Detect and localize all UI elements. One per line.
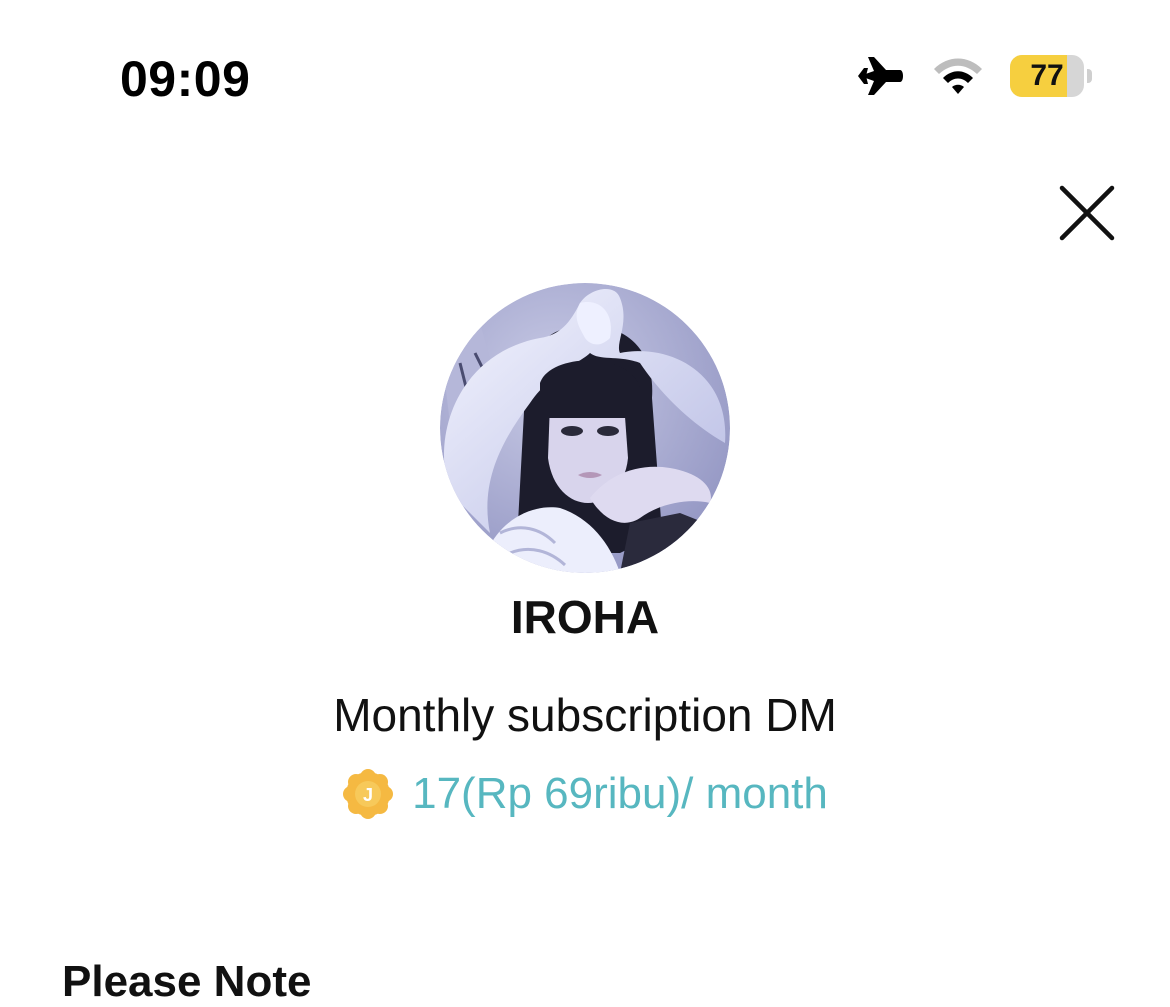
airplane-icon — [856, 54, 906, 98]
subscription-title: Monthly subscription DM — [333, 689, 837, 741]
profile-name: IROHA — [510, 591, 660, 643]
status-time: 09:09 — [120, 51, 251, 107]
close-icon[interactable] — [1054, 180, 1120, 246]
price-row: J 17(Rp 69ribu)/ month — [0, 768, 1170, 820]
price-text: 17(Rp 69ribu)/ month — [412, 769, 828, 818]
avatar — [440, 283, 730, 573]
close-button[interactable] — [1054, 180, 1120, 246]
coin-letter: J — [363, 785, 373, 805]
battery-level: 77 — [1030, 59, 1064, 92]
profile-photo — [440, 283, 730, 573]
status-bar: 09:09 77 — [0, 0, 1170, 150]
coin-icon: J — [342, 768, 394, 820]
status-icons: 77 — [856, 52, 1092, 100]
please-note-heading: Please Note — [62, 957, 312, 1006]
wifi-icon — [932, 56, 984, 96]
battery-icon: 77 — [1010, 55, 1092, 97]
